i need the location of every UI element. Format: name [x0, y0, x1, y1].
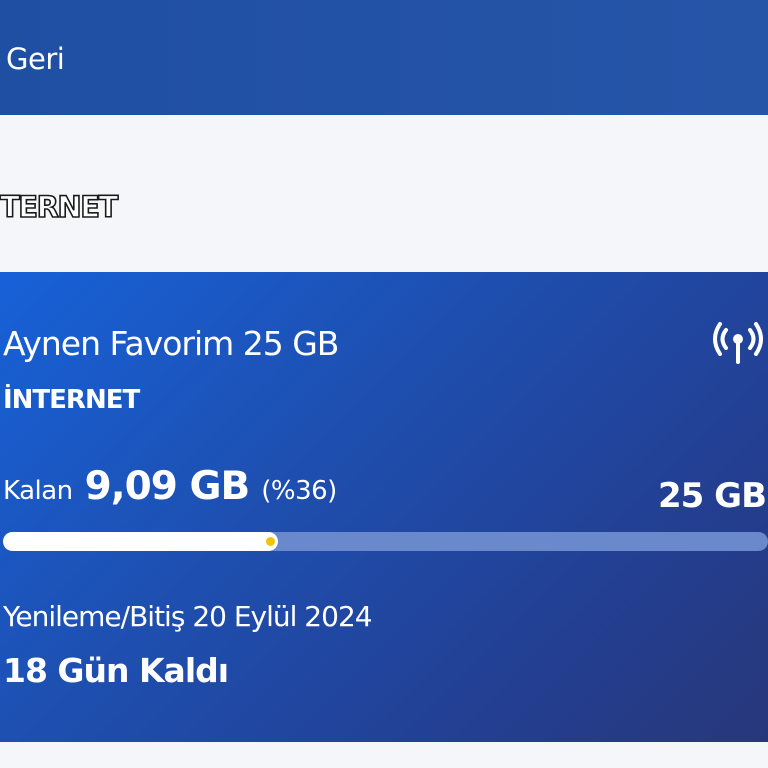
package-card[interactable]: Aynen Favorim 25 GB İNTERNET Kalan 9,09 … — [0, 272, 768, 742]
remaining-row: Kalan 9,09 GB (%36) — [3, 464, 337, 514]
renewal-date: Yenileme/Bitiş 20 Eylül 2024 — [3, 600, 373, 633]
remaining-percentage: (%36) — [261, 476, 337, 506]
bottom-area — [0, 742, 768, 768]
remaining-value: 9,09 GB — [84, 464, 251, 509]
usage-progress-bar — [3, 532, 768, 551]
top-header: Geri — [0, 0, 768, 115]
plan-type: İNTERNET — [3, 385, 140, 415]
antenna-signal-icon — [713, 322, 763, 364]
usage-progress-fill — [3, 532, 279, 551]
section-title: TERNET — [0, 189, 119, 225]
remaining-label: Kalan — [3, 476, 73, 506]
total-quota: 25 GB — [658, 476, 767, 516]
days-remaining: 18 Gün Kaldı — [3, 651, 229, 690]
back-button[interactable]: Geri — [6, 40, 65, 78]
plan-name: Aynen Favorim 25 GB — [3, 324, 339, 363]
